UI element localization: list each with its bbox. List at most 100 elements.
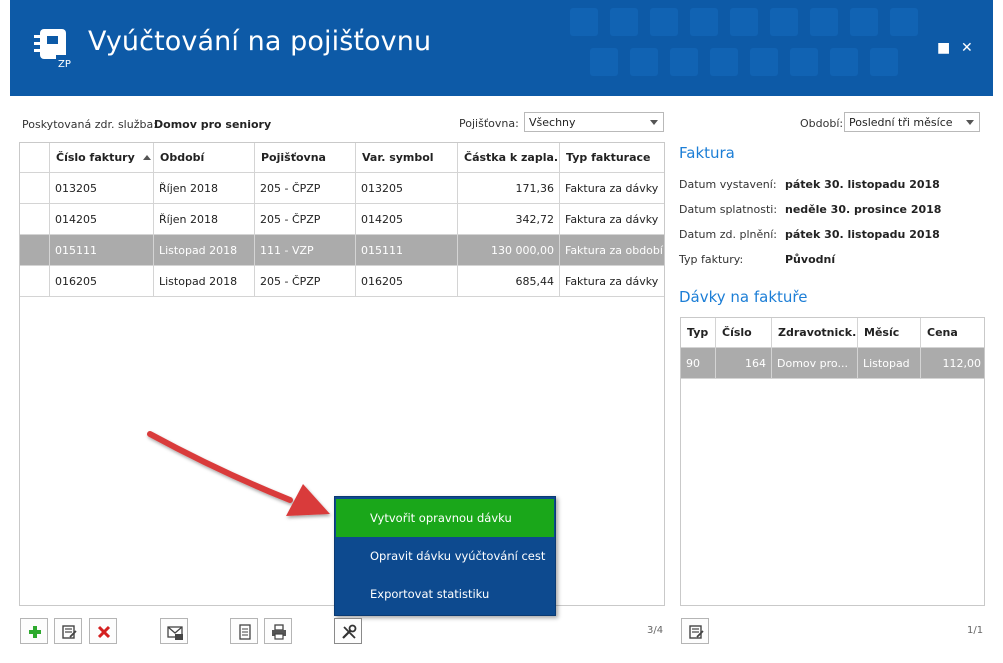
column-header-typ[interactable]: Typ [681, 318, 716, 348]
cell-typ: Faktura za dávky [565, 213, 659, 226]
table-row-selected[interactable]: 90 164 Domov pro... Listopad 112,00 [681, 348, 984, 379]
cell-pojistovna: 205 - ČPZP [255, 266, 356, 296]
annotation-arrow [147, 431, 330, 516]
cell-cislo: 013205 [50, 173, 154, 203]
tools-icon [342, 624, 357, 639]
cell-zdravotnicke: Domov pro... [772, 348, 858, 378]
column-header-var-symbol[interactable]: Var. symbol [356, 143, 458, 173]
cell-mesic: Listopad [858, 348, 921, 378]
menu-item-create-correction[interactable]: Vytvořit opravnou dávku [336, 499, 554, 537]
cell-var-symbol: 013205 [356, 173, 458, 203]
invoice-grid-header: Číslo faktury Období Pojišťovna Var. sym… [20, 143, 664, 173]
column-header-mesic[interactable]: Měsíc [858, 318, 921, 348]
cell-cislo: 014205 [50, 204, 154, 234]
column-header-pojistovna[interactable]: Pojišťovna [255, 143, 356, 173]
due-date-value: neděle 30. prosince 2018 [785, 203, 942, 216]
cell-var-symbol: 015111 [356, 235, 458, 265]
cell-castka: 171,36 [458, 173, 560, 203]
cell-var-symbol: 014205 [356, 204, 458, 234]
column-header-label: Číslo faktury [56, 151, 135, 164]
maximize-icon[interactable]: ■ [937, 40, 950, 56]
menu-item-export-stats[interactable]: Exportovat statistiku [336, 575, 554, 613]
cell-typ: Faktura za dávky [565, 275, 659, 288]
service-value: Domov pro seniory [154, 118, 272, 131]
cell-castka: 342,72 [458, 204, 560, 234]
service-label: Poskytovaná zdr. služba: [22, 118, 157, 131]
cell-obdobi: Říjen 2018 [154, 173, 255, 203]
taxable-date-value: pátek 30. listopadu 2018 [785, 228, 940, 241]
table-row[interactable]: 016205 Listopad 2018 205 - ČPZP 016205 6… [20, 266, 664, 297]
printer-icon [272, 624, 286, 640]
column-header-obdobi[interactable]: Období [154, 143, 255, 173]
batch-detail-button[interactable] [681, 618, 709, 644]
insurer-select[interactable]: Všechny [524, 112, 664, 132]
row-selector[interactable] [20, 204, 50, 234]
edit-button[interactable] [54, 618, 82, 644]
period-label: Období: [800, 117, 844, 130]
cell-typ: 90 [681, 348, 716, 378]
logo-text: ZP [58, 59, 71, 70]
taxable-date-label: Datum zd. plnění: [679, 228, 777, 241]
add-button[interactable] [20, 618, 48, 644]
cell-castka: 685,44 [458, 266, 560, 296]
plus-icon [29, 626, 41, 638]
column-header-zdravotnicke[interactable]: Zdravotnick... [772, 318, 858, 348]
delete-icon [97, 625, 111, 639]
cell-cena: 112,00 [942, 357, 982, 370]
invoice-pager: 3/4 [647, 625, 664, 636]
column-header-typ[interactable]: Typ fakturace [560, 143, 664, 173]
row-selector-header [20, 143, 50, 173]
column-header-castka[interactable]: Částka k zapla... [458, 143, 560, 173]
table-row[interactable]: 013205 Říjen 2018 205 - ČPZP 013205 171,… [20, 173, 664, 204]
chevron-down-icon [650, 120, 658, 125]
table-row-selected[interactable]: 015111 Listopad 2018 111 - VZP 015111 13… [20, 235, 664, 266]
cell-obdobi: Listopad 2018 [154, 266, 255, 296]
cell-obdobi: Listopad 2018 [154, 235, 255, 265]
row-selector[interactable] [20, 235, 50, 265]
close-icon[interactable]: ✕ [961, 40, 973, 56]
cell-cislo: 016205 [50, 266, 154, 296]
batches-grid-header: Typ Číslo Zdravotnick... Měsíc Cena [681, 318, 984, 348]
chevron-down-icon [966, 120, 974, 125]
mail-zp-icon [167, 626, 183, 640]
cell-cislo: 164 [716, 348, 772, 378]
print-button[interactable] [264, 618, 292, 644]
document-icon [239, 624, 251, 640]
insurer-select-value: Všechny [529, 116, 576, 129]
column-header-cislo[interactable]: Číslo [716, 318, 772, 348]
tools-button[interactable] [334, 618, 362, 644]
cell-typ: Faktura za období [565, 244, 663, 257]
window-title: Vyúčtování na pojišťovnu [88, 26, 432, 57]
issue-date-value: pátek 30. listopadu 2018 [785, 178, 940, 191]
column-header-cislo[interactable]: Číslo faktury [50, 143, 154, 173]
cell-castka: 130 000,00 [458, 235, 560, 265]
menu-item-fix-travel-batch[interactable]: Opravit dávku vyúčtování cest [336, 537, 554, 575]
edit-icon [689, 625, 704, 639]
cell-pojistovna: 205 - ČPZP [255, 173, 356, 203]
period-select-value: Poslední tři měsíce [849, 116, 953, 129]
invoice-type-value: Původní [785, 253, 836, 266]
document-button[interactable] [230, 618, 258, 644]
sort-ascending-icon [142, 155, 151, 160]
row-selector[interactable] [20, 266, 50, 296]
row-selector[interactable] [20, 173, 50, 203]
send-to-insurer-button[interactable] [160, 618, 188, 644]
period-select[interactable]: Poslední tři měsíce [844, 112, 980, 132]
cell-var-symbol: 016205 [356, 266, 458, 296]
edit-icon [62, 625, 77, 639]
issue-date-label: Datum vystavení: [679, 178, 777, 191]
batches-pager: 1/1 [967, 625, 984, 636]
insurer-label: Pojišťovna: [459, 117, 519, 130]
invoice-detail-title: Faktura [679, 144, 735, 162]
delete-button[interactable] [89, 618, 117, 644]
context-menu: Vytvořit opravnou dávku Opravit dávku vy… [334, 496, 556, 616]
due-date-label: Datum splatnosti: [679, 203, 778, 216]
cell-pojistovna: 111 - VZP [255, 235, 356, 265]
column-header-cena[interactable]: Cena [921, 318, 984, 348]
invoice-type-label: Typ faktury: [679, 253, 744, 266]
cell-cislo: 015111 [50, 235, 154, 265]
cell-obdobi: Říjen 2018 [154, 204, 255, 234]
batches-grid: Typ Číslo Zdravotnick... Měsíc Cena 90 1… [680, 317, 985, 606]
batches-title: Dávky na faktuře [679, 288, 808, 306]
table-row[interactable]: 014205 Říjen 2018 205 - ČPZP 014205 342,… [20, 204, 664, 235]
